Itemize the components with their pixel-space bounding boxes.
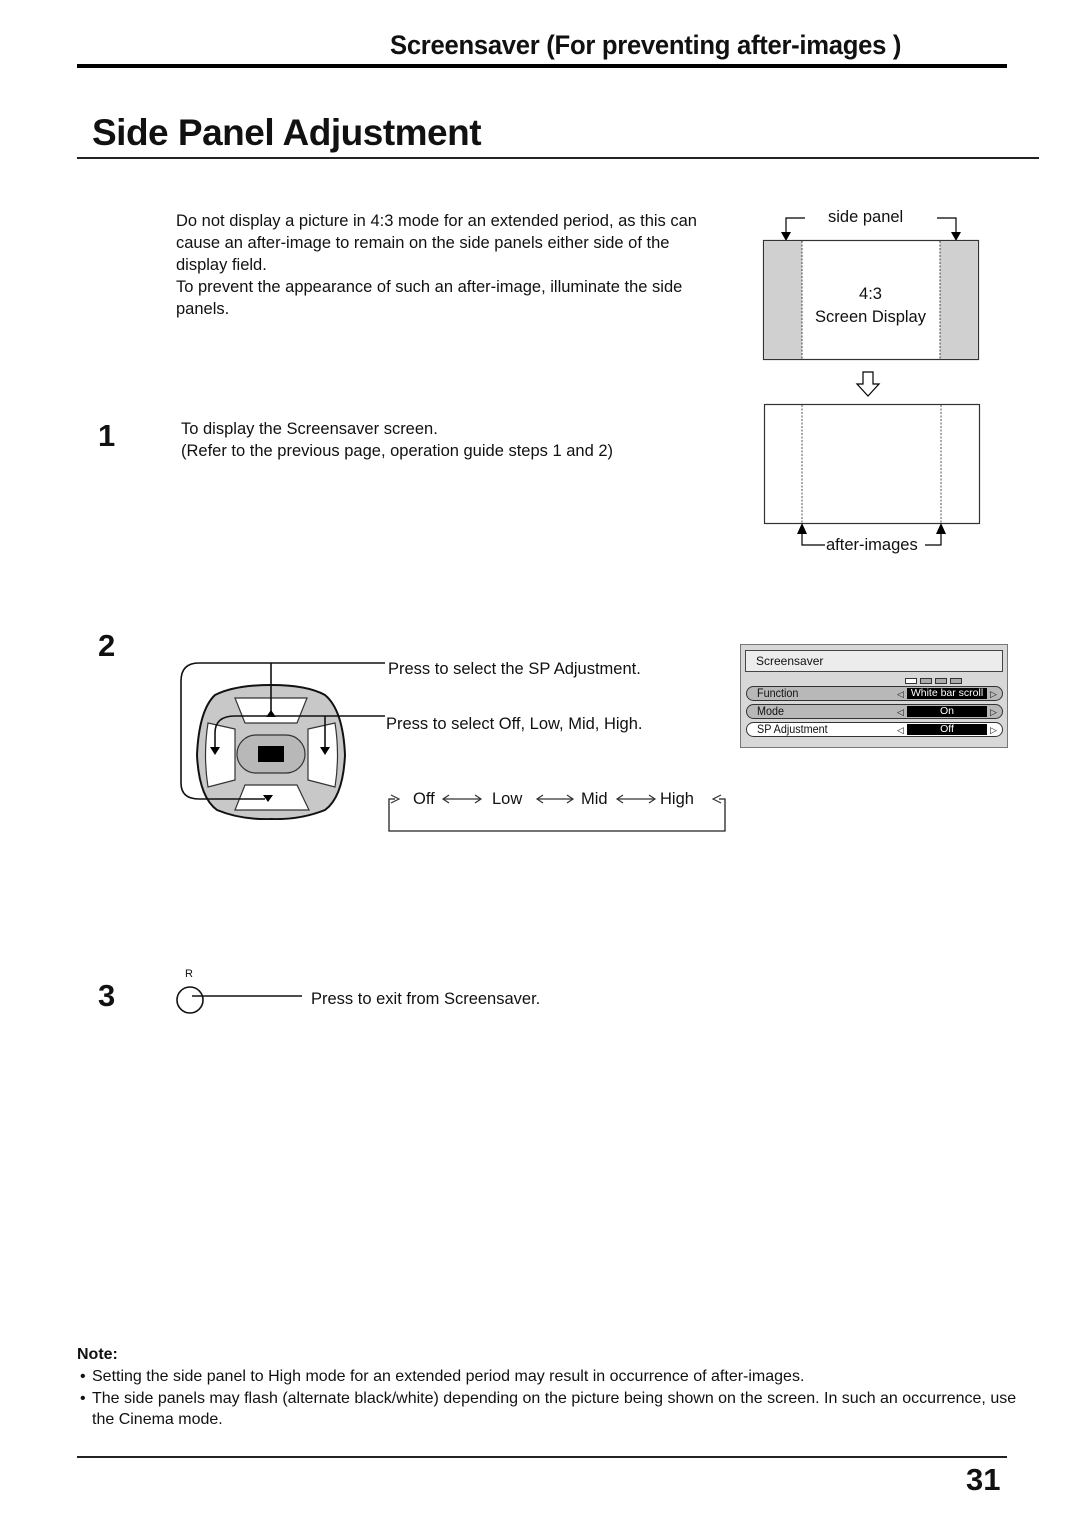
title-rule (77, 157, 1039, 159)
side-panel-label: side panel (828, 208, 904, 226)
step-1-line-1: To display the Screensaver screen. (181, 420, 438, 438)
osd-menu-title: Screensaver (745, 650, 1003, 672)
section-title: Screensaver (For preventing after-images… (390, 30, 902, 60)
arrow-up-icon (936, 523, 946, 534)
r-button-diagram (176, 986, 302, 1014)
bidirectional-arrow-icon (535, 794, 575, 804)
triangle-left-icon[interactable]: ◁ (897, 724, 904, 737)
screensaver-osd-menu: Screensaver Function ◁ White bar scroll … (740, 644, 1008, 748)
note-label: Note: (77, 1346, 118, 1363)
cycle-option-low: Low (492, 790, 523, 808)
arrow-down-icon (781, 232, 791, 241)
header-rule (77, 64, 1007, 68)
aspect-ratio-label: 4:3 (859, 285, 882, 303)
bidirectional-arrow-icon (615, 794, 657, 804)
footer-rule (77, 1456, 1007, 1458)
osd-row-label: Function (757, 686, 799, 700)
osd-row-value: On (907, 706, 987, 717)
triangle-right-icon[interactable]: ▷ (990, 724, 997, 737)
side-panel-diagram-svg (762, 217, 981, 546)
osd-row-function[interactable]: Function ◁ White bar scroll ▷ (746, 686, 1003, 701)
page-title: Side Panel Adjustment (92, 112, 482, 153)
arrow-up-icon (797, 523, 807, 534)
step-2-number: 2 (98, 628, 116, 663)
cycle-option-off: Off (413, 790, 435, 808)
osd-row-mode[interactable]: Mode ◁ On ▷ (746, 704, 1003, 719)
page-number: 31 (966, 1462, 1001, 1497)
osd-page-indicator (905, 678, 962, 684)
step-1-line-2: (Refer to the previous page, operation g… (181, 442, 614, 460)
side-panel-diagram: side panel 4:3 Screen Display after-imag… (755, 200, 995, 560)
triangle-left-icon[interactable]: ◁ (897, 688, 904, 701)
arrow-down-icon (951, 232, 961, 241)
screen-display-label: Screen Display (815, 308, 926, 326)
side-panel-pointer-right (937, 217, 957, 234)
triangle-left-icon[interactable]: ◁ (897, 706, 904, 719)
cycle-option-mid: Mid (581, 790, 608, 808)
after-images-label: after-images (826, 536, 918, 554)
mode-cycle-diagram: Off Low Mid High (385, 785, 735, 835)
triangle-right-icon[interactable]: ▷ (990, 706, 997, 719)
down-button[interactable] (234, 784, 310, 811)
note-item: The side panels may flash (alternate bla… (80, 1388, 1020, 1431)
r-button[interactable] (176, 986, 204, 1014)
note-list: Setting the side panel to High mode for … (80, 1366, 1020, 1431)
intro-paragraph-2: To prevent the appearance of such an aft… (176, 278, 683, 318)
center-button-mark (258, 746, 284, 762)
left-button[interactable] (204, 722, 236, 788)
right-button[interactable] (307, 722, 339, 788)
note-item: Setting the side panel to High mode for … (80, 1366, 1020, 1388)
step-3-number: 3 (98, 978, 116, 1013)
osd-row-label: Mode (757, 704, 785, 718)
step-1-number: 1 (98, 418, 116, 453)
cycle-option-high: High (660, 790, 694, 808)
hollow-down-arrow-icon (855, 371, 881, 397)
step-2-updown-text: Press to select the SP Adjustment. (388, 660, 641, 678)
bidirectional-arrow-icon (441, 794, 483, 804)
osd-row-sp-adjustment[interactable]: SP Adjustment ◁ Off ▷ (746, 722, 1003, 737)
after-image-screen-frame (763, 403, 981, 525)
triangle-right-icon[interactable]: ▷ (990, 688, 997, 701)
osd-row-value: White bar scroll (907, 688, 987, 699)
step-2-leftright-text: Press to select Off, Low, Mid, High. (386, 715, 643, 733)
step-3-text: Press to exit from Screensaver. (311, 990, 541, 1008)
osd-row-value: Off (907, 724, 987, 735)
osd-row-label: SP Adjustment (757, 722, 828, 736)
intro-paragraph-1: Do not display a picture in 4:3 mode for… (176, 212, 697, 274)
intro-text: Do not display a picture in 4:3 mode for… (176, 210, 716, 320)
remote-dpad-diagram (175, 655, 390, 820)
side-panel-pointer-left (785, 217, 805, 234)
r-button-label: R (185, 968, 193, 980)
